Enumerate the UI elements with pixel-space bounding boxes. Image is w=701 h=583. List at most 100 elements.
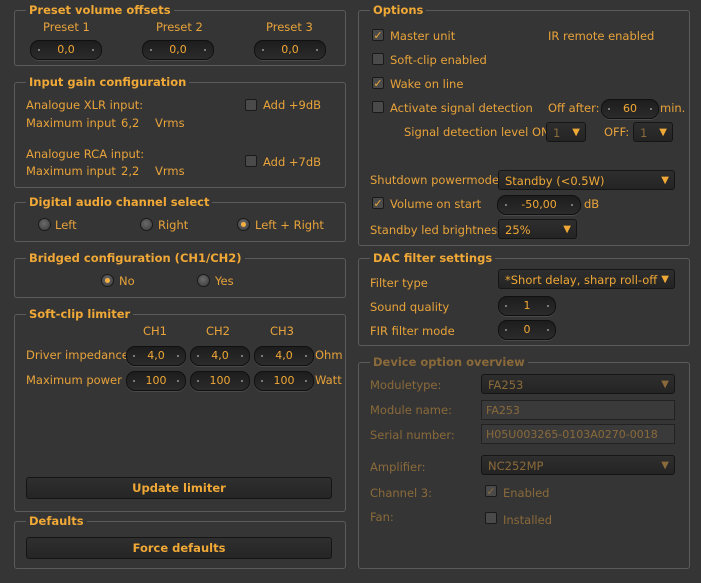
channel3-enabled-label[interactable]: Enabled bbox=[503, 486, 549, 500]
module-name-label: Module name: bbox=[370, 403, 452, 417]
activate-signal-checkbox[interactable] bbox=[372, 101, 384, 113]
digital-right-label[interactable]: Right bbox=[158, 218, 188, 232]
softclip-title: Soft-clip limiter bbox=[26, 307, 134, 321]
softclip-enabled-checkbox[interactable] bbox=[372, 53, 384, 65]
standby-led-label: Standby led brightness bbox=[370, 223, 504, 237]
preset-3-label: Preset 3 bbox=[266, 20, 313, 34]
sound-quality-spinbox[interactable]: 1 bbox=[498, 296, 556, 316]
fan-checkbox[interactable] bbox=[485, 512, 497, 524]
master-unit-checkbox[interactable]: ✓ bbox=[372, 29, 384, 41]
chevron-down-icon: ▼ bbox=[661, 274, 669, 285]
amplifier-label: Amplifier: bbox=[370, 460, 426, 474]
chevron-down-icon: ▼ bbox=[659, 127, 667, 138]
module-name-field[interactable]: FA253 bbox=[481, 400, 675, 420]
filter-type-select[interactable]: *Short delay, sharp roll-off ▼ bbox=[498, 269, 675, 289]
softclip-enabled-label[interactable]: Soft-clip enabled bbox=[390, 53, 487, 67]
ch3-header: CH3 bbox=[270, 324, 294, 338]
moduletype-label: Moduletype: bbox=[370, 378, 442, 392]
level-on-select[interactable]: 1 ▼ bbox=[546, 122, 586, 142]
activate-signal-label[interactable]: Activate signal detection bbox=[390, 101, 533, 115]
fir-filter-label: FIR filter mode bbox=[370, 324, 455, 338]
serial-number-field[interactable]: H05U003265-0103A0270-0018 bbox=[481, 424, 675, 444]
master-unit-label[interactable]: Master unit bbox=[390, 29, 455, 43]
volume-start-checkbox[interactable]: ✓ bbox=[372, 197, 384, 209]
digital-right-radio[interactable] bbox=[140, 218, 153, 231]
fan-installed-label[interactable]: Installed bbox=[503, 513, 552, 527]
ch3-impedance-spinbox[interactable]: 4,0 bbox=[254, 346, 314, 366]
fir-filter-spinbox[interactable]: 0 bbox=[498, 320, 556, 340]
digital-left-radio[interactable] bbox=[38, 218, 51, 231]
volume-start-spinbox[interactable]: -50,00 bbox=[497, 195, 581, 215]
bridged-no-radio[interactable] bbox=[101, 274, 114, 287]
chevron-down-icon: ▼ bbox=[661, 460, 669, 471]
moduletype-select[interactable]: FA253 ▼ bbox=[481, 374, 675, 394]
ch1-impedance-spinbox[interactable]: 4,0 bbox=[126, 346, 186, 366]
shutdown-select[interactable]: Standby (<0.5W) ▼ bbox=[498, 170, 675, 190]
bridged-yes-radio[interactable] bbox=[197, 274, 210, 287]
level-off-label: OFF: bbox=[604, 125, 630, 139]
rca-input-label: Analogue RCA input: bbox=[26, 147, 145, 161]
chevron-down-icon: ▼ bbox=[661, 175, 669, 186]
standby-led-select[interactable]: 25% ▼ bbox=[498, 219, 577, 239]
options-title: Options bbox=[370, 3, 427, 17]
rca-add-gain-checkbox[interactable] bbox=[245, 155, 257, 167]
chevron-down-icon: ▼ bbox=[563, 224, 571, 235]
digital-channel-title: Digital audio channel select bbox=[26, 195, 213, 209]
preset-2-label: Preset 2 bbox=[156, 20, 203, 34]
wake-on-line-checkbox[interactable]: ✓ bbox=[372, 77, 384, 89]
channel3-checkbox[interactable]: ✓ bbox=[485, 485, 497, 497]
digital-left-label[interactable]: Left bbox=[55, 218, 77, 232]
rca-max-input-label: Maximum input bbox=[26, 164, 116, 178]
digital-left-right-label[interactable]: Left + Right bbox=[255, 218, 324, 232]
off-after-unit: min. bbox=[660, 101, 686, 115]
bridged-title: Bridged configuration (CH1/CH2) bbox=[26, 251, 245, 265]
shutdown-label: Shutdown powermode: bbox=[370, 173, 503, 187]
preset-2-spinbox[interactable]: 0,0 bbox=[142, 40, 214, 60]
off-after-spinbox[interactable]: 60 bbox=[601, 99, 659, 119]
bridged-yes-label[interactable]: Yes bbox=[215, 274, 234, 288]
defaults-title: Defaults bbox=[26, 514, 87, 528]
rca-unit: Vrms bbox=[155, 164, 185, 178]
ch2-impedance-spinbox[interactable]: 4,0 bbox=[190, 346, 250, 366]
sound-quality-label: Sound quality bbox=[370, 300, 450, 314]
driver-impedance-label: Driver impedance bbox=[26, 348, 129, 362]
xlr-input-label: Analogue XLR input: bbox=[26, 98, 144, 112]
ir-remote-label: IR remote enabled bbox=[548, 29, 655, 43]
input-gain-title: Input gain configuration bbox=[26, 75, 190, 89]
channel3-label: Channel 3: bbox=[370, 486, 433, 500]
ch3-power-spinbox[interactable]: 100 bbox=[254, 371, 314, 391]
power-unit: Watt bbox=[315, 373, 342, 387]
bridged-no-label[interactable]: No bbox=[119, 274, 135, 288]
chevron-down-icon: ▼ bbox=[572, 127, 580, 138]
maximum-power-label: Maximum power bbox=[26, 373, 122, 387]
chevron-down-icon: ▼ bbox=[661, 379, 669, 390]
preset-3-spinbox[interactable]: 0,0 bbox=[254, 40, 326, 60]
rca-add-gain-label[interactable]: Add +7dB bbox=[263, 155, 321, 169]
ch1-header: CH1 bbox=[143, 324, 167, 338]
force-defaults-button[interactable]: Force defaults bbox=[26, 537, 332, 559]
amplifier-select[interactable]: NC252MP ▼ bbox=[481, 455, 675, 475]
rca-max-input-value: 2,2 bbox=[121, 164, 140, 178]
volume-start-label[interactable]: Volume on start bbox=[390, 197, 481, 211]
preset-1-spinbox[interactable]: 0,0 bbox=[30, 40, 102, 60]
filter-type-label: Filter type bbox=[370, 276, 428, 290]
digital-left-right-radio[interactable] bbox=[237, 218, 250, 231]
update-limiter-button[interactable]: Update limiter bbox=[26, 477, 332, 499]
ch1-power-spinbox[interactable]: 100 bbox=[126, 371, 186, 391]
level-off-select[interactable]: 1 ▼ bbox=[633, 122, 673, 142]
fan-label: Fan: bbox=[370, 510, 394, 524]
preset-1-label: Preset 1 bbox=[43, 20, 90, 34]
impedance-unit: Ohm bbox=[315, 348, 343, 362]
xlr-max-input-value: 6,2 bbox=[121, 116, 140, 130]
volume-start-unit: dB bbox=[584, 197, 600, 211]
serial-number-label: Serial number: bbox=[370, 428, 455, 442]
xlr-max-input-label: Maximum input bbox=[26, 116, 116, 130]
ch2-power-spinbox[interactable]: 100 bbox=[190, 371, 250, 391]
ch2-header: CH2 bbox=[206, 324, 230, 338]
dac-filter-title: DAC filter settings bbox=[370, 251, 496, 265]
xlr-add-gain-checkbox[interactable] bbox=[245, 99, 257, 111]
preset-volume-title: Preset volume offsets bbox=[26, 3, 174, 17]
wake-on-line-label[interactable]: Wake on line bbox=[390, 77, 463, 91]
xlr-add-gain-label[interactable]: Add +9dB bbox=[263, 98, 321, 112]
level-on-label: Signal detection level ON: bbox=[404, 125, 554, 139]
